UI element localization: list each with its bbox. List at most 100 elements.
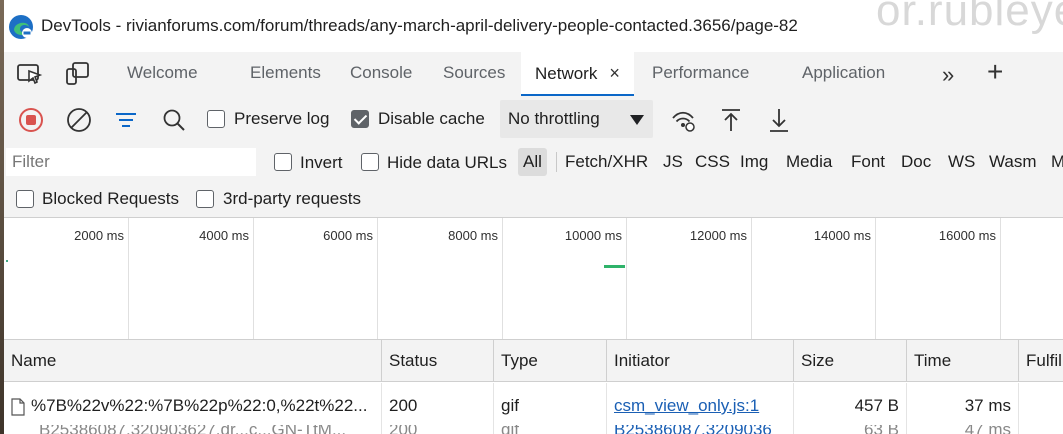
disable-cache-label: Disable cache bbox=[378, 109, 485, 128]
panel-tab-strip: Welcome Elements Console Sources Network… bbox=[4, 52, 1063, 96]
column-header-initiator[interactable]: Initiator bbox=[607, 340, 794, 382]
type-filter-separator bbox=[556, 152, 557, 172]
tab-performance[interactable]: Performance bbox=[638, 52, 763, 96]
tab-welcome[interactable]: Welcome bbox=[113, 52, 212, 96]
column-header-size[interactable]: Size bbox=[794, 340, 907, 382]
type-filter-ws[interactable]: WS bbox=[945, 148, 978, 176]
request-size: 63 B bbox=[794, 425, 907, 434]
preserve-log-checkbox[interactable] bbox=[207, 110, 225, 128]
request-status: 200 bbox=[382, 425, 494, 434]
request-type: gif bbox=[494, 425, 607, 434]
invert-label: Invert bbox=[300, 153, 343, 172]
request-status: 200 bbox=[382, 383, 494, 429]
type-filter-font[interactable]: Font bbox=[848, 148, 888, 176]
background-page-text: or.rubleyelsum bbox=[876, 0, 1063, 35]
timeline-gridline bbox=[128, 218, 129, 339]
timeline-tick-label: 14000 ms bbox=[813, 228, 871, 243]
request-size: 457 B bbox=[794, 383, 907, 429]
blocked-requests-label: Blocked Requests bbox=[42, 189, 180, 208]
timeline-gridline bbox=[626, 218, 627, 339]
request-initiator-link[interactable]: csm_view_only.js:1 bbox=[607, 383, 794, 429]
invert-checkbox[interactable] bbox=[274, 153, 292, 171]
timeline-gridline bbox=[377, 218, 378, 339]
edge-browser-icon bbox=[9, 15, 33, 39]
add-tab-icon[interactable]: + bbox=[987, 56, 1003, 88]
timeline-tick-label: 10000 ms bbox=[564, 228, 622, 243]
requests-table-header: Name Status Type Initiator Size Time Ful… bbox=[4, 340, 1063, 382]
timeline-tick-label: 16000 ms bbox=[938, 228, 996, 243]
type-filter-js[interactable]: JS bbox=[660, 148, 686, 176]
column-header-time[interactable]: Time bbox=[907, 340, 1019, 382]
clear-icon[interactable] bbox=[66, 107, 92, 133]
timeline-tick-label: 8000 ms bbox=[448, 228, 498, 243]
column-header-status[interactable]: Status bbox=[382, 340, 494, 382]
title-bar: DevTools - rivianforums.com/forum/thread… bbox=[4, 0, 1063, 52]
request-name: B25386087.320903627.dr...c...GN-TtM... bbox=[39, 425, 346, 434]
timeline-start-marker bbox=[6, 260, 8, 262]
timeline-gridline bbox=[751, 218, 752, 339]
request-time: 47 ms bbox=[907, 425, 1019, 434]
type-filter-all[interactable]: All bbox=[518, 148, 547, 176]
table-row[interactable]: %7B%22v%22:%7B%22p%22:0,%22t%22... 200 g… bbox=[4, 383, 1063, 429]
hide-data-urls-label: Hide data URLs bbox=[387, 153, 508, 172]
tab-application[interactable]: Application bbox=[788, 52, 899, 96]
timeline-gridline bbox=[502, 218, 503, 339]
export-har-icon[interactable] bbox=[766, 107, 792, 133]
request-type: gif bbox=[494, 383, 607, 429]
type-filter-fetch-xhr[interactable]: Fetch/XHR bbox=[562, 148, 651, 176]
network-conditions-icon[interactable] bbox=[670, 107, 696, 133]
window-title: DevTools - rivianforums.com/forum/thread… bbox=[41, 16, 798, 35]
request-time: 37 ms bbox=[907, 383, 1019, 429]
request-name-cell: B25386087.320903627.dr...c...GN-TtM... bbox=[4, 425, 382, 434]
search-icon[interactable] bbox=[161, 107, 187, 133]
table-row[interactable]: B25386087.320903627.dr...c...GN-TtM... 2… bbox=[4, 425, 1063, 434]
tab-network[interactable]: Network × bbox=[521, 52, 634, 96]
column-header-fulfilled[interactable]: Fulfil bbox=[1019, 340, 1063, 382]
inspect-element-icon[interactable] bbox=[16, 62, 44, 86]
filter-input[interactable] bbox=[6, 148, 256, 176]
disable-cache-checkbox[interactable] bbox=[351, 110, 369, 128]
type-filter-media[interactable]: Media bbox=[783, 148, 835, 176]
tab-elements[interactable]: Elements bbox=[236, 52, 335, 96]
type-filter-img[interactable]: Img bbox=[737, 148, 771, 176]
devtools-window: DevTools - rivianforums.com/forum/thread… bbox=[4, 0, 1063, 434]
request-name-cell: %7B%22v%22:%7B%22p%22:0,%22t%22... bbox=[4, 383, 382, 429]
timeline-tick-label: 4000 ms bbox=[199, 228, 249, 243]
record-stop-icon[interactable] bbox=[18, 107, 44, 133]
dropdown-arrow-icon bbox=[630, 115, 644, 125]
preserve-log-label: Preserve log bbox=[234, 109, 330, 128]
third-party-requests-checkbox[interactable] bbox=[196, 190, 214, 208]
timeline-gridline bbox=[253, 218, 254, 339]
tab-sources[interactable]: Sources bbox=[429, 52, 519, 96]
timeline-tick-label: 6000 ms bbox=[323, 228, 373, 243]
type-filter-doc[interactable]: Doc bbox=[898, 148, 934, 176]
timeline-tick-label: 12000 ms bbox=[689, 228, 747, 243]
close-tab-icon[interactable]: × bbox=[609, 63, 620, 83]
throttling-value: No throttling bbox=[508, 109, 600, 128]
request-initiator-link[interactable]: B25386087.3209036 bbox=[607, 425, 794, 434]
type-filter-more[interactable]: M bbox=[1048, 148, 1063, 176]
throttling-select[interactable]: No throttling bbox=[500, 100, 653, 138]
request-timing-bar bbox=[604, 265, 625, 268]
file-icon bbox=[11, 397, 25, 416]
blocked-requests-checkbox[interactable] bbox=[16, 190, 34, 208]
request-name: %7B%22v%22:%7B%22p%22:0,%22t%22... bbox=[31, 396, 368, 415]
timeline-tick-label: 2000 ms bbox=[74, 228, 124, 243]
filter-icon[interactable] bbox=[113, 107, 139, 133]
import-har-icon[interactable] bbox=[718, 107, 744, 133]
more-tabs-icon[interactable]: » bbox=[942, 62, 954, 88]
column-header-name[interactable]: Name bbox=[4, 340, 382, 382]
tab-console[interactable]: Console bbox=[336, 52, 426, 96]
network-toolbar: Preserve log Disable cache No throttling bbox=[4, 96, 1063, 142]
column-header-type[interactable]: Type bbox=[494, 340, 607, 382]
hide-data-urls-checkbox[interactable] bbox=[361, 153, 379, 171]
timeline-gridline bbox=[875, 218, 876, 339]
timeline-overview[interactable]: 2000 ms 4000 ms 6000 ms 8000 ms 10000 ms… bbox=[4, 218, 1063, 340]
type-filter-css[interactable]: CSS bbox=[692, 148, 733, 176]
timeline-gridline bbox=[1000, 218, 1001, 339]
type-filter-wasm[interactable]: Wasm bbox=[986, 148, 1040, 176]
tab-network-label: Network bbox=[535, 64, 598, 83]
third-party-requests-label: 3rd-party requests bbox=[223, 189, 361, 208]
device-emulation-icon[interactable] bbox=[64, 62, 92, 86]
request-options-bar: Blocked Requests 3rd-party requests bbox=[4, 182, 1063, 218]
